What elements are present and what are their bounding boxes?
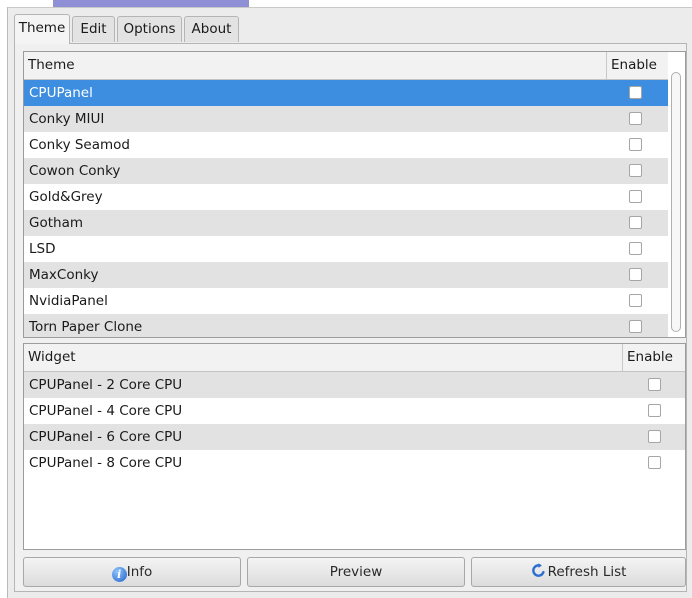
widget-list-header: Widget Enable xyxy=(24,344,685,372)
enable-checkbox[interactable] xyxy=(629,268,642,281)
theme-row[interactable]: Cowon Conky xyxy=(24,158,668,184)
widget-row[interactable]: CPUPanel - 6 Core CPU xyxy=(24,424,685,450)
widget-row[interactable]: CPUPanel - 2 Core CPU xyxy=(24,372,685,398)
theme-row[interactable]: Gotham xyxy=(24,210,668,236)
row-label: Cowon Conky xyxy=(29,163,121,179)
row-label: CPUPanel xyxy=(29,85,93,101)
enable-checkbox[interactable] xyxy=(648,378,661,391)
enable-checkbox[interactable] xyxy=(629,216,642,229)
row-label: Torn Paper Clone xyxy=(29,319,143,335)
info-icon: i xyxy=(111,567,127,582)
refresh-list-label: Refresh List xyxy=(547,564,627,580)
enable-column-header[interactable]: Enable xyxy=(606,52,668,79)
refresh-list-button[interactable]: Refresh List xyxy=(471,557,686,587)
row-label: MaxConky xyxy=(29,267,99,283)
preview-button-label: Preview xyxy=(329,564,383,580)
theme-row[interactable]: Torn Paper Clone xyxy=(24,314,668,337)
tab-theme[interactable]: Theme xyxy=(14,14,70,44)
theme-list[interactable]: Theme Enable CPUPanel Conky MIUI Conky Sea… xyxy=(23,51,686,338)
refresh-icon xyxy=(531,563,545,577)
info-button-label: Info xyxy=(126,564,153,580)
row-label: Conky Seamod xyxy=(29,137,130,153)
widget-list[interactable]: Widget Enable CPUPanel - 2 Core CPU CPUPa… xyxy=(23,343,686,550)
tab-about[interactable]: About xyxy=(184,16,239,42)
enable-checkbox[interactable] xyxy=(629,86,642,99)
row-label: LSD xyxy=(29,241,56,257)
enable-checkbox[interactable] xyxy=(629,138,642,151)
theme-row[interactable]: Conky Seamod xyxy=(24,132,668,158)
enable-checkbox[interactable] xyxy=(629,164,642,177)
row-label: CPUPanel - 4 Core CPU xyxy=(29,403,183,419)
title-accent-strip xyxy=(53,0,249,7)
row-label: CPUPanel - 6 Core CPU xyxy=(29,429,183,445)
theme-row[interactable]: MaxConky xyxy=(24,262,668,288)
widget-row[interactable]: CPUPanel - 4 Core CPU xyxy=(24,398,685,424)
enable-column-header[interactable]: Enable xyxy=(622,344,685,371)
widget-column-header[interactable]: Widget xyxy=(24,344,622,371)
theme-list-scrollbar[interactable] xyxy=(668,52,685,337)
scrollbar-thumb[interactable] xyxy=(671,72,681,332)
row-label: CPUPanel - 2 Core CPU xyxy=(29,377,183,393)
theme-column-header[interactable]: Theme xyxy=(24,52,606,79)
enable-checkbox[interactable] xyxy=(629,242,642,255)
info-button[interactable]: i Info xyxy=(23,557,241,587)
enable-checkbox[interactable] xyxy=(629,112,642,125)
theme-row[interactable]: Conky MIUI xyxy=(24,106,668,132)
widget-rows: CPUPanel - 2 Core CPU CPUPanel - 4 Core C… xyxy=(24,372,685,549)
tab-edit[interactable]: Edit xyxy=(72,16,115,42)
theme-rows: CPUPanel Conky MIUI Conky Seamod Cowon Conk… xyxy=(24,80,685,337)
row-label: CPUPanel - 8 Core CPU xyxy=(29,455,183,471)
tab-options[interactable]: Options xyxy=(117,16,182,42)
enable-checkbox[interactable] xyxy=(648,456,661,469)
theme-row[interactable]: Gold&Grey xyxy=(24,184,668,210)
row-label: Gold&Grey xyxy=(29,189,103,205)
enable-checkbox[interactable] xyxy=(629,320,642,333)
row-label: NvidiaPanel xyxy=(29,293,108,309)
widget-row[interactable]: CPUPanel - 8 Core CPU xyxy=(24,450,685,476)
enable-checkbox[interactable] xyxy=(648,404,661,417)
enable-checkbox[interactable] xyxy=(629,294,642,307)
theme-row[interactable]: CPUPanel xyxy=(24,80,668,106)
theme-row[interactable]: LSD xyxy=(24,236,668,262)
preview-button[interactable]: Preview xyxy=(247,557,465,587)
theme-row[interactable]: NvidiaPanel xyxy=(24,288,668,314)
enable-checkbox[interactable] xyxy=(629,190,642,203)
enable-checkbox[interactable] xyxy=(648,430,661,443)
theme-list-header: Theme Enable xyxy=(24,52,685,80)
row-label: Conky MIUI xyxy=(29,111,105,127)
row-label: Gotham xyxy=(29,215,83,231)
